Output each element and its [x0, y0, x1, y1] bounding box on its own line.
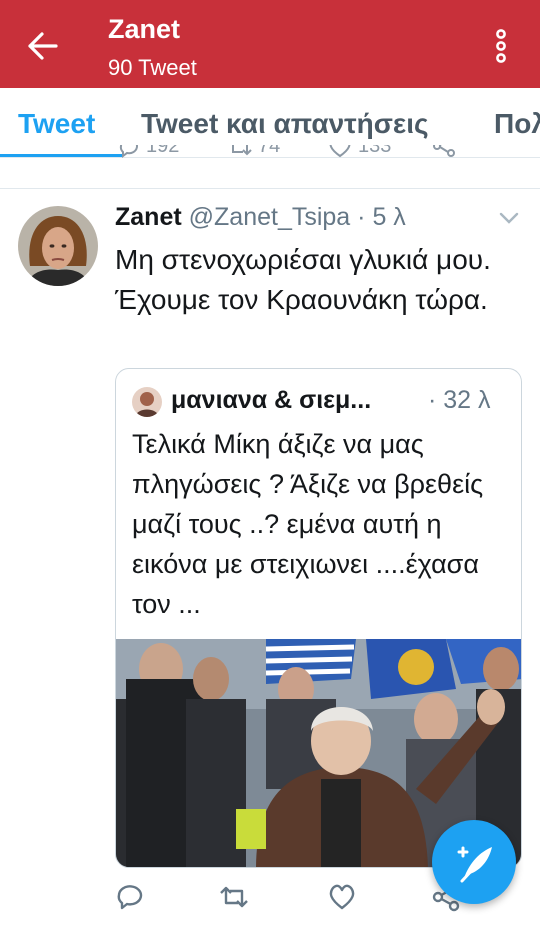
tweet-text: Μη στενοχωριέσαι γλυκιά μου. Έχουμε τον …: [115, 244, 491, 315]
avatar[interactable]: [18, 206, 98, 286]
compose-tweet-button[interactable]: [432, 820, 516, 904]
tab-media[interactable]: Πολ: [494, 108, 540, 140]
quoted-author-name: μανιανα & σιεμ...: [171, 386, 372, 414]
quoted-avatar: [132, 387, 162, 417]
profile-title: Zanet: [108, 14, 181, 44]
tab-tweets[interactable]: Tweet: [18, 108, 95, 140]
reply-count: 192: [146, 145, 180, 157]
retweet-count: 74: [258, 145, 281, 157]
app-bar: Zanet 90 Tweet: [0, 0, 540, 88]
tweet-count: 90 Tweet: [108, 55, 197, 80]
reply-icon[interactable]: [115, 882, 145, 912]
reply-icon: [119, 145, 138, 158]
tweet-time: · 5 λ: [357, 203, 406, 231]
tweet-header: Zanet @Zanet_Tsipa · 5 λ: [115, 203, 406, 232]
author-name[interactable]: Zanet: [115, 203, 182, 231]
previous-like-action[interactable]: 133: [328, 145, 391, 158]
previous-retweet-action[interactable]: 74: [228, 145, 280, 158]
quoted-time: · 32 λ: [428, 386, 491, 414]
quoted-tweet[interactable]: μανιανα & σιεμ... · 32 λ Τελικά Μίκη άξι…: [115, 368, 522, 868]
previous-tweet-actions: 192 74 133: [0, 145, 540, 169]
tab-tweets-and-replies[interactable]: Tweet και απαντήσεις: [141, 108, 429, 140]
divider: [0, 188, 540, 189]
chevron-down-icon[interactable]: [498, 210, 520, 226]
retweet-icon: [232, 145, 252, 155]
more-vertical-icon[interactable]: [488, 26, 514, 66]
previous-reply-action[interactable]: 192: [118, 145, 179, 158]
arrow-left-icon[interactable]: [22, 26, 62, 66]
like-count: 133: [358, 145, 392, 157]
compose-tweet-icon: [457, 846, 492, 883]
share-icon: [433, 145, 455, 157]
like-icon: [329, 145, 351, 157]
retweet-icon[interactable]: [219, 882, 249, 912]
author-handle[interactable]: @Zanet_Tsipa: [189, 203, 351, 231]
previous-share-action[interactable]: [432, 145, 456, 157]
like-icon[interactable]: [327, 882, 357, 912]
quoted-text: Τελικά Μίκη άξιζε να μας πληγώσεις ? Άξι…: [132, 429, 484, 619]
